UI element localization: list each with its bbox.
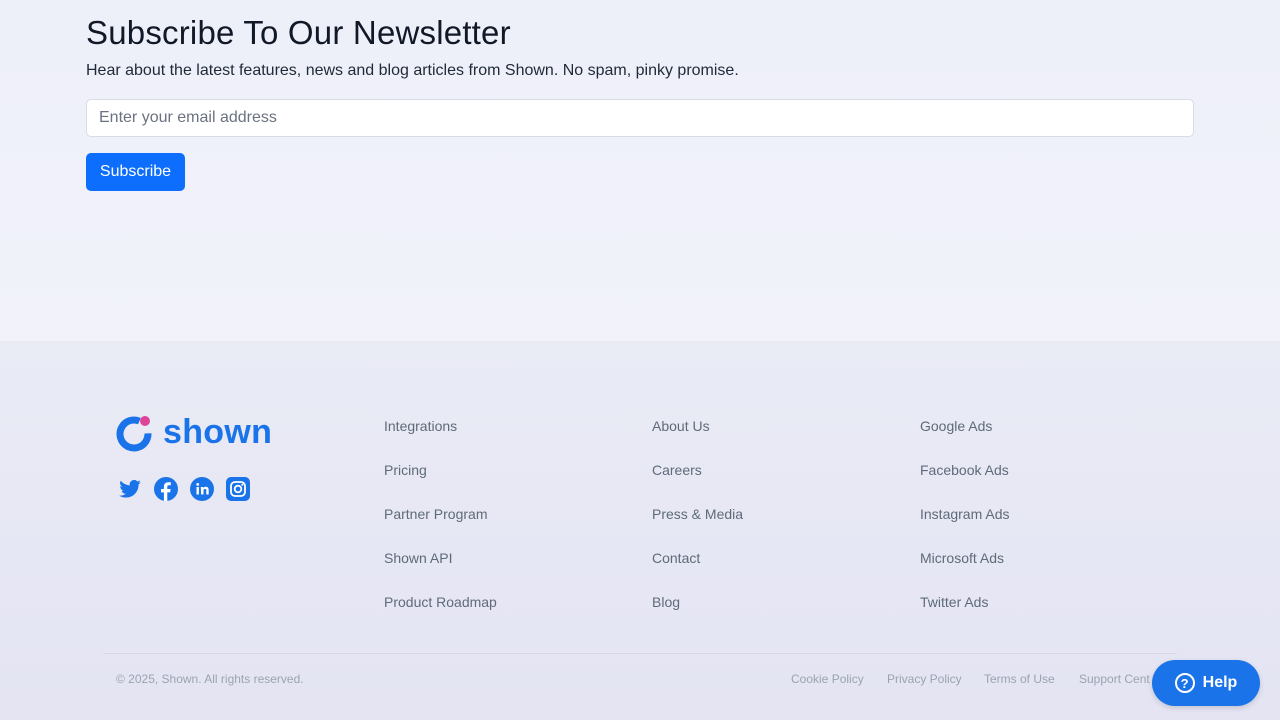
support-center-link[interactable]: Support Cent <box>1079 672 1150 686</box>
footer-link-pricing[interactable]: Pricing <box>384 461 497 505</box>
facebook-icon[interactable] <box>154 477 178 501</box>
brand-name: shown <box>163 413 273 451</box>
footer-link-press-media[interactable]: Press & Media <box>652 505 743 549</box>
footer-divider <box>103 653 1177 654</box>
footer-link-shown-api[interactable]: Shown API <box>384 549 497 593</box>
instagram-icon[interactable] <box>226 477 250 501</box>
footer-link-about-us[interactable]: About Us <box>652 417 743 461</box>
shown-logo[interactable]: shown <box>115 413 272 452</box>
social-links <box>118 477 250 501</box>
footer-link-product-roadmap[interactable]: Product Roadmap <box>384 593 497 637</box>
linkedin-icon[interactable] <box>190 477 214 501</box>
twitter-icon[interactable] <box>118 477 142 501</box>
footer-column-product: Integrations Pricing Partner Program Sho… <box>384 417 497 637</box>
privacy-policy-link[interactable]: Privacy Policy <box>887 672 962 686</box>
footer-link-contact[interactable]: Contact <box>652 549 743 593</box>
newsletter-subtitle: Hear about the latest features, news and… <box>86 62 739 79</box>
footer-link-blog[interactable]: Blog <box>652 593 743 637</box>
footer-link-google-ads[interactable]: Google Ads <box>920 417 1010 461</box>
footer-link-integrations[interactable]: Integrations <box>384 417 497 461</box>
shown-logo-icon <box>116 415 152 451</box>
subscribe-button[interactable]: Subscribe <box>86 153 185 191</box>
question-icon: ? <box>1174 673 1195 693</box>
copyright: © 2025, Shown. All rights reserved. <box>116 672 304 686</box>
newsletter-section: Subscribe To Our Newsletter Hear about t… <box>0 0 1280 341</box>
email-input[interactable] <box>86 99 1194 137</box>
footer-link-facebook-ads[interactable]: Facebook Ads <box>920 461 1010 505</box>
footer-link-twitter-ads[interactable]: Twitter Ads <box>920 593 1010 637</box>
footer: shown Integrations Pricing Partner Progr… <box>0 341 1280 720</box>
help-button[interactable]: ? Help <box>1152 660 1260 706</box>
cookie-policy-link[interactable]: Cookie Policy <box>791 672 864 686</box>
footer-link-microsoft-ads[interactable]: Microsoft Ads <box>920 549 1010 593</box>
terms-of-use-link[interactable]: Terms of Use <box>984 672 1055 686</box>
footer-column-platforms: Google Ads Facebook Ads Instagram Ads Mi… <box>920 417 1010 637</box>
footer-column-company: About Us Careers Press & Media Contact B… <box>652 417 743 637</box>
footer-link-careers[interactable]: Careers <box>652 461 743 505</box>
footer-link-instagram-ads[interactable]: Instagram Ads <box>920 505 1010 549</box>
newsletter-title: Subscribe To Our Newsletter <box>86 14 511 51</box>
footer-link-partner-program[interactable]: Partner Program <box>384 505 497 549</box>
help-label: Help <box>1202 674 1238 691</box>
